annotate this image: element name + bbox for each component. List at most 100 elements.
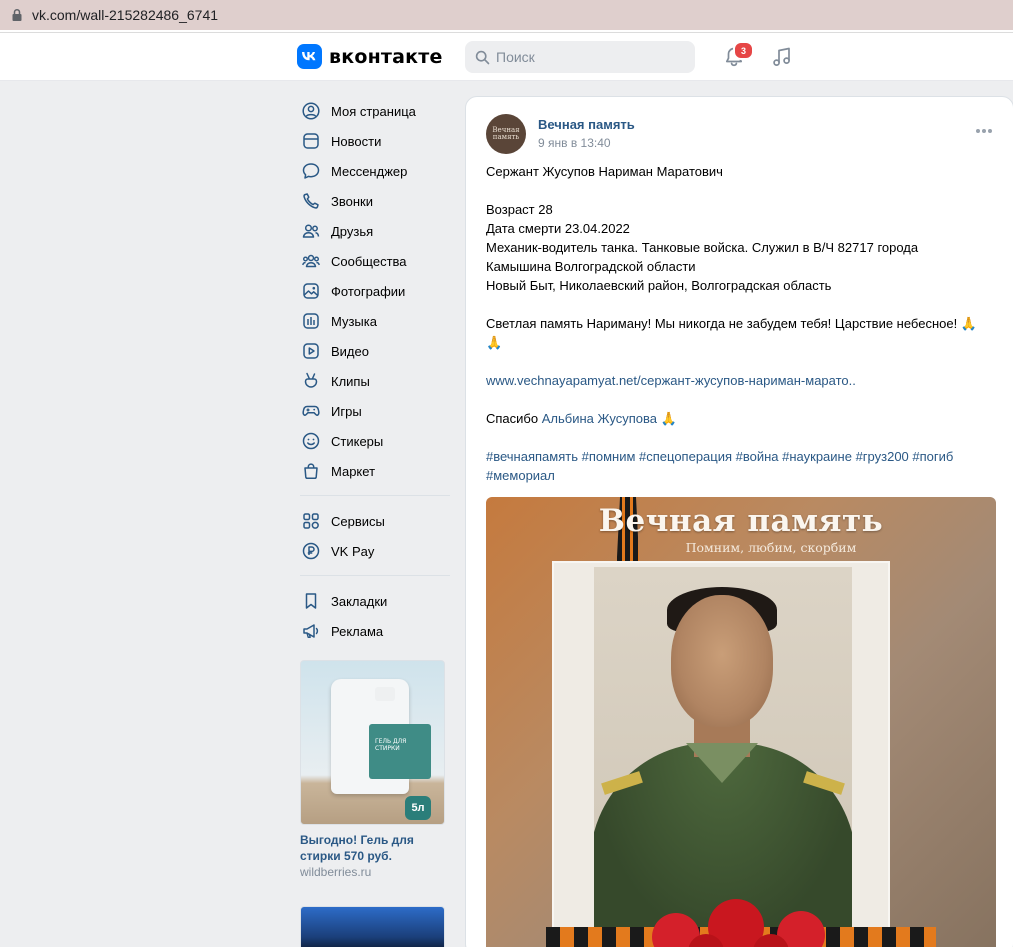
- url-text: vk.com/wall-215282486_6741: [32, 7, 219, 23]
- user-circle-icon: [302, 102, 320, 120]
- friends-icon: [302, 224, 320, 238]
- portrait-frame: [552, 561, 890, 931]
- sidebar-item-communities[interactable]: Сообщества: [300, 246, 452, 276]
- sidebar-item-label: Игры: [331, 403, 362, 419]
- ad-volume-badge: 5л: [405, 796, 431, 820]
- post-line: Механик-водитель танка. Танковые войска.…: [486, 240, 919, 255]
- clips-icon: [304, 372, 318, 388]
- sidebar-item-label: Друзья: [331, 223, 374, 239]
- thanks-prefix: Спасибо: [486, 411, 542, 426]
- newspaper-icon: [303, 133, 319, 149]
- sidebar-item-ads[interactable]: Реклама: [300, 616, 452, 646]
- ad-title[interactable]: Выгодно! Гель для стирки 570 руб.: [300, 832, 446, 864]
- communities-icon: [302, 254, 320, 268]
- gamepad-icon: [302, 405, 320, 416]
- bookmark-icon: [305, 593, 317, 609]
- post-line: Светлая память Нариману! Мы никогда не з…: [486, 316, 978, 331]
- wall-post: Вечная память Вечная память 9 янв в 13:4…: [465, 96, 1013, 947]
- sidebar-ad-second-image[interactable]: [300, 906, 445, 947]
- megaphone-icon: [303, 624, 319, 638]
- sidebar-item-label: Сообщества: [331, 253, 407, 269]
- sidebar-item-label: VK Pay: [331, 543, 375, 559]
- sidebar-item-label: Клипы: [331, 373, 370, 389]
- video-icon: [303, 343, 319, 359]
- sidebar-item-services[interactable]: Сервисы: [300, 506, 452, 536]
- logo-text: вконтакте: [329, 45, 443, 68]
- ad-image[interactable]: ГЕЛЬ ДЛЯ СТИРКИ 5л: [300, 660, 445, 825]
- search-icon: [475, 50, 490, 64]
- sidebar-item-label: Видео: [331, 343, 369, 359]
- sidebar-item-video[interactable]: Видео: [300, 336, 452, 366]
- sidebar-item-label: Реклама: [331, 623, 384, 639]
- sidebar-item-messenger[interactable]: Мессенджер: [300, 156, 452, 186]
- photo-title: Вечная память: [598, 503, 884, 539]
- post-line: Новый Быт, Николаевский район, Волгоград…: [486, 278, 832, 293]
- post-line: Камышина Волгоградской области: [486, 259, 696, 274]
- lock-icon: [12, 8, 22, 21]
- post-photo[interactable]: Вечная память Помним, любим, скорбим: [486, 497, 996, 947]
- sidebar-item-vkpay[interactable]: VK Pay: [300, 536, 452, 566]
- services-icon: [303, 513, 319, 529]
- author-avatar[interactable]: Вечная память: [486, 114, 526, 154]
- sidebar-item-label: Закладки: [331, 593, 388, 609]
- sidebar-item-label: Маркет: [331, 463, 376, 479]
- post-date[interactable]: 9 янв в 13:40: [538, 136, 611, 150]
- search-box[interactable]: [465, 41, 695, 73]
- sidebar-item-games[interactable]: Игры: [300, 396, 452, 426]
- sidebar-item-clips[interactable]: Клипы: [300, 366, 452, 396]
- sidebar-item-calls[interactable]: Звонки: [300, 186, 452, 216]
- ad-label-text: ГЕЛЬ ДЛЯ СТИРКИ: [375, 738, 407, 752]
- sidebar-item-friends[interactable]: Друзья: [300, 216, 452, 246]
- market-bag-icon: [304, 463, 318, 480]
- hashtags-line[interactable]: #вечнаяпамять #помним #спецоперация #вой…: [486, 447, 996, 466]
- post-line: Сержант Жусупов Нариман Маратович: [486, 164, 723, 179]
- ad-domain[interactable]: wildberries.ru: [300, 865, 446, 879]
- notifications-badge: 3: [733, 41, 754, 60]
- ad-product-canister: ГЕЛЬ ДЛЯ СТИРКИ: [331, 679, 431, 794]
- post-thanks-line: Спасибо Альбина Жусупова 🙏: [486, 409, 996, 428]
- portrait: [594, 567, 852, 927]
- sidebar-item-bookmarks[interactable]: Закладки: [300, 586, 452, 616]
- sidebar-item-photos[interactable]: Фотографии: [300, 276, 452, 306]
- music-icon: [303, 313, 319, 329]
- vk-logo-icon: [297, 44, 322, 69]
- thanks-suffix: 🙏: [656, 411, 677, 426]
- mentioned-user-link[interactable]: Альбина Жусупова: [542, 411, 657, 426]
- search-input[interactable]: [496, 49, 676, 65]
- url-field[interactable]: vk.com/wall-215282486_6741: [0, 0, 1013, 30]
- sidebar-item-label: Сервисы: [331, 513, 385, 529]
- photo-subtitle: Помним, любим, скорбим: [685, 540, 857, 555]
- sidebar-item-label: Музыка: [331, 313, 377, 329]
- carnation-flowers-icon: [652, 899, 825, 947]
- sidebar-item-label: Фотографии: [331, 283, 406, 299]
- music-player-icon[interactable]: [770, 45, 794, 69]
- post-line: Дата смерти 23.04.2022: [486, 221, 630, 236]
- top-header: вконтакте 3: [0, 33, 1013, 81]
- photo-icon: [303, 283, 319, 299]
- phone-icon: [303, 193, 319, 209]
- sidebar-item-label: Звонки: [331, 193, 373, 209]
- sidebar-item-news[interactable]: Новости: [300, 126, 452, 156]
- sticker-icon: [302, 432, 320, 450]
- message-bubble-icon: [302, 163, 320, 179]
- post-line: Возраст 28: [486, 202, 553, 217]
- more-options-icon[interactable]: [976, 123, 994, 139]
- hashtags-line[interactable]: #мемориал: [486, 466, 996, 485]
- sidebar-item-music[interactable]: Музыка: [300, 306, 452, 336]
- ad-product-label: ГЕЛЬ ДЛЯ СТИРКИ: [369, 724, 431, 779]
- left-sidebar: Моя страница Новости Мессенджер Звонки Д…: [300, 96, 452, 646]
- sidebar-item-label: Стикеры: [331, 433, 384, 449]
- sidebar-item-stickers[interactable]: Стикеры: [300, 426, 452, 456]
- sidebar-item-label: Новости: [331, 133, 382, 149]
- post-author-name[interactable]: Вечная память: [538, 117, 635, 132]
- sidebar-item-market[interactable]: Маркет: [300, 456, 452, 486]
- post-external-link[interactable]: www.vechnayapamyat.net/сержант-жусупов-н…: [486, 373, 856, 388]
- vk-logo[interactable]: вконтакте: [297, 44, 443, 69]
- sidebar-ad[interactable]: ГЕЛЬ ДЛЯ СТИРКИ 5л Выгодно! Гель для сти…: [300, 660, 446, 879]
- post-line: 🙏: [486, 335, 503, 350]
- sidebar-item-label: Моя страница: [331, 103, 416, 119]
- face: [671, 595, 773, 727]
- sidebar-divider: [300, 575, 450, 576]
- browser-address-bar: vk.com/wall-215282486_6741: [0, 0, 1013, 33]
- sidebar-item-my-page[interactable]: Моя страница: [300, 96, 452, 126]
